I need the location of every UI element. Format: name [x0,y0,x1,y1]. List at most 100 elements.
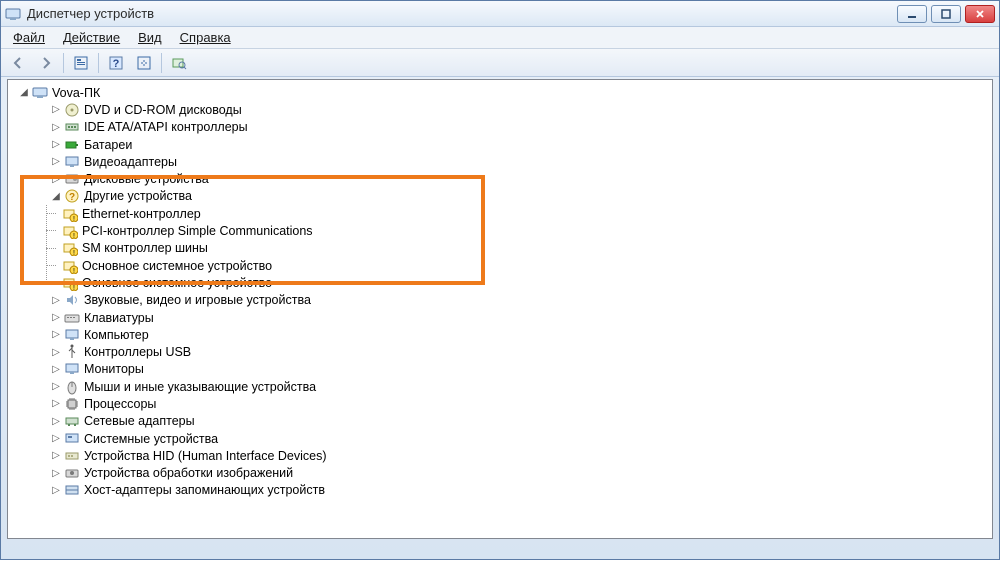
minimize-button[interactable] [897,5,927,23]
tree-item-label: Хост-адаптеры запоминающих устройств [84,483,325,497]
svg-text:!: ! [73,216,75,222]
menu-action[interactable]: Действие [55,28,128,47]
tree-item[interactable]: ▷ Компьютер [32,326,992,343]
tree-subitem[interactable]: ! Ethernet-контроллер [54,205,992,222]
tree-root[interactable]: ◢ Vova-ПК [10,84,992,101]
imaging-device-icon [64,465,80,481]
unknown-device-icon: ! [62,206,78,222]
tree-item[interactable]: ▷ Системные устройства [32,430,992,447]
tree-item-label: Устройства обработки изображений [84,466,293,480]
expand-icon[interactable]: ▷ [50,485,62,496]
tree-item-label: Компьютер [84,328,149,342]
tree-item-label: Батареи [84,138,132,152]
expand-icon[interactable]: ▷ [50,156,62,167]
menu-help[interactable]: Справка [172,28,239,47]
monitor-icon [64,361,80,377]
maximize-button[interactable] [931,5,961,23]
tree-item[interactable]: ▷ Процессоры [32,395,992,412]
device-tree-scroll[interactable]: ◢ Vova-ПК ▷ DVD и CD-ROM дисководы [8,80,992,538]
svg-text:!: ! [73,268,75,274]
expand-icon[interactable]: ▷ [50,433,62,444]
expand-icon[interactable]: ▷ [50,295,62,306]
expand-icon[interactable]: ▷ [50,398,62,409]
processor-icon [64,396,80,412]
tree-item[interactable]: ▷ Видеоадаптеры [32,153,992,170]
expand-icon[interactable]: ▷ [50,329,62,340]
expand-icon[interactable]: ▷ [50,364,62,375]
expand-icon[interactable]: ▷ [50,416,62,427]
menu-view[interactable]: Вид [130,28,170,47]
expand-icon[interactable]: ▷ [50,312,62,323]
expand-icon[interactable]: ▷ [50,104,62,115]
toolbar: ? [1,49,999,77]
unknown-device-icon: ! [62,275,78,291]
tree-item-label: Сетевые адаптеры [84,414,195,428]
scan-hardware-button[interactable] [133,52,155,74]
tree-item[interactable]: ▷ IDE ATA/ATAPI контроллеры [32,119,992,136]
keyboard-icon [64,310,80,326]
expand-icon[interactable]: ▷ [50,122,62,133]
show-hidden-button[interactable] [168,52,190,74]
tree-item[interactable]: ▷ DVD и CD-ROM дисководы [32,101,992,118]
properties-button[interactable] [70,52,92,74]
tree-item-label: Контроллеры USB [84,345,191,359]
menu-file-label: Файл [13,30,45,45]
tree-item[interactable]: ▷ Устройства HID (Human Interface Device… [32,447,992,464]
close-button[interactable] [965,5,995,23]
tree-item-label: DVD и CD-ROM дисководы [84,103,242,117]
expand-icon[interactable]: ▷ [50,468,62,479]
tree-item[interactable]: ▷ Сетевые адаптеры [32,413,992,430]
tree-item[interactable]: ▷ Мыши и иные указывающие устройства [32,378,992,395]
tree-item[interactable]: ▷ Батареи [32,136,992,153]
unknown-device-icon: ! [62,223,78,239]
expand-icon[interactable]: ▷ [50,347,62,358]
expand-icon[interactable]: ▷ [50,139,62,150]
tree-subitem-label: Основное системное устройство [82,276,272,290]
disk-drive-icon [64,171,80,187]
content-area: ◢ Vova-ПК ▷ DVD и CD-ROM дисководы [7,79,993,539]
tree-item-other-devices[interactable]: ◢ ? Другие устройства [32,188,992,205]
tree-item[interactable]: ▷ Устройства обработки изображений [32,465,992,482]
expand-icon[interactable]: ▷ [50,174,62,185]
tree-item[interactable]: ▷ Звуковые, видео и игровые устройства [32,292,992,309]
svg-text:?: ? [69,192,75,203]
tree-subitem-label: Основное системное устройство [82,259,272,273]
unknown-device-icon: ! [62,258,78,274]
battery-icon [64,137,80,153]
svg-text:!: ! [73,250,75,256]
tree-item[interactable]: ▷ Мониторы [32,361,992,378]
network-adapter-icon [64,413,80,429]
titlebar: Диспетчер устройств [1,1,999,27]
menu-file[interactable]: Файл [5,28,53,47]
back-button[interactable] [7,52,29,74]
tree-item-label: Мыши и иные указывающие устройства [84,380,316,394]
dvd-drive-icon [64,102,80,118]
tree-subitem[interactable]: ! SM контроллер шины [54,240,992,257]
system-device-icon [64,431,80,447]
tree-item[interactable]: ▷ Клавиатуры [32,309,992,326]
menu-view-label: Вид [138,30,162,45]
app-icon [5,6,21,22]
collapse-icon[interactable]: ◢ [18,87,30,98]
forward-button[interactable] [35,52,57,74]
help-button[interactable]: ? [105,52,127,74]
tree-item[interactable]: ▷ Хост-адаптеры запоминающих устройств [32,482,992,499]
collapse-icon[interactable]: ◢ [50,191,62,202]
expand-icon[interactable]: ▷ [50,450,62,461]
tree-item[interactable]: ▷ Дисковые устройства [32,170,992,187]
device-tree: ◢ Vova-ПК ▷ DVD и CD-ROM дисководы [10,84,992,499]
tree-subitem[interactable]: ! Основное системное устройство [54,257,992,274]
tree-item-label: Клавиатуры [84,311,154,325]
usb-icon [64,344,80,360]
menu-help-label: Справка [180,30,231,45]
window-controls [897,5,995,23]
other-devices-icon: ? [64,188,80,204]
mouse-icon [64,379,80,395]
tree-item-label: Процессоры [84,397,156,411]
menu-action-label: Действие [63,30,120,45]
tree-item[interactable]: ▷ Контроллеры USB [32,343,992,360]
tree-subitem[interactable]: ! PCI-контроллер Simple Communications [54,222,992,239]
expand-icon[interactable]: ▷ [50,381,62,392]
tree-subitem[interactable]: ! Основное системное устройство [54,274,992,291]
tree-item-label: Системные устройства [84,432,218,446]
